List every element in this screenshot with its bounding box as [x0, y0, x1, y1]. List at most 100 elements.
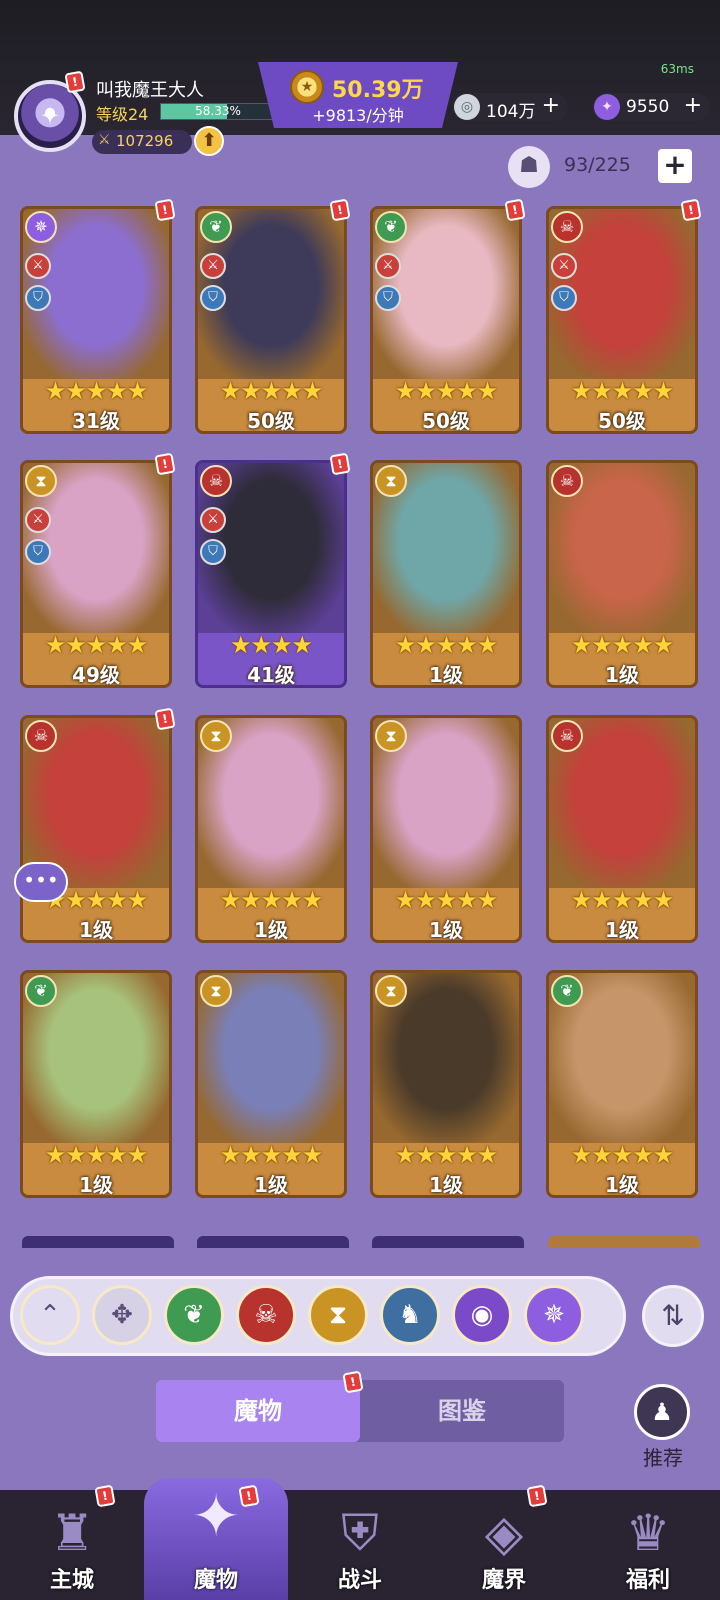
- skull-faction-icon: ☠: [25, 720, 57, 752]
- attack-skill-icon: ⚔: [375, 253, 401, 279]
- shield-skill-icon: ⛉: [200, 285, 226, 311]
- nav-alert-icon: !: [238, 1484, 260, 1508]
- monster-card[interactable]: ⧗ ★★★★★ 1级: [195, 715, 347, 943]
- nav-monsters[interactable]: ✦ 魔物: [144, 1478, 288, 1600]
- monster-level: 1级: [605, 663, 639, 687]
- filter-eye-icon[interactable]: ◉: [452, 1285, 512, 1345]
- filter-skull-icon[interactable]: ☠: [236, 1285, 296, 1345]
- nav-alert-icon: !: [94, 1484, 116, 1508]
- next-row-card: [548, 1236, 700, 1248]
- card-alert-icon: !: [329, 452, 351, 476]
- monster-card[interactable]: ☠ ★★★★★ 1级: [546, 460, 698, 688]
- monster-level: 1级: [79, 918, 113, 942]
- monster-card[interactable]: ☠ ⚔ ⛉ ★★★★ 41级: [195, 460, 347, 688]
- monster-card[interactable]: ❦ ★★★★★ 1级: [546, 970, 698, 1198]
- hourglass-faction-icon: ⧗: [375, 720, 407, 752]
- monster-card[interactable]: ⧗ ★★★★★ 1级: [370, 715, 522, 943]
- nav-alert-icon: !: [526, 1484, 548, 1508]
- filter-hourglass-icon[interactable]: ⧗: [308, 1285, 368, 1345]
- filter-leaf-icon[interactable]: ❦: [164, 1285, 224, 1345]
- monster-card[interactable]: ⧗ ★★★★★ 1级: [370, 460, 522, 688]
- filter-swirl-icon[interactable]: ✵: [524, 1285, 584, 1345]
- next-row-card: [372, 1236, 524, 1248]
- flame-star-icon: ✦: [191, 1482, 241, 1550]
- filter-collapse-icon[interactable]: ⌃: [20, 1285, 80, 1345]
- monster-card[interactable]: ✵ ⚔ ⛉ ★★★★★ 31级: [20, 206, 172, 434]
- star-rating: ★★★★★: [44, 377, 149, 405]
- hourglass-faction-icon: ⧗: [375, 975, 407, 1007]
- recommend-label: 推荐: [643, 1446, 683, 1470]
- tab-monsters[interactable]: 魔物: [156, 1380, 360, 1442]
- card-alert-icon: !: [680, 198, 702, 222]
- monster-card[interactable]: ⧗ ★★★★★ 1级: [370, 970, 522, 1198]
- tab-codex[interactable]: 图鉴: [360, 1380, 564, 1442]
- star-rating: ★★★★★: [570, 1141, 675, 1169]
- monster-grid: ✵ ⚔ ⛉ ★★★★★ 31级! ❦ ⚔ ⛉ ★★★★★ 50级! ❦ ⚔ ⛉ ★★★★★ 50级! ☠ ⚔ ⛉ ★…: [0, 0, 720, 1245]
- star-rating: ★★★★★: [394, 377, 499, 405]
- monster-level: 1级: [605, 918, 639, 942]
- card-alert-icon: !: [154, 452, 176, 476]
- attack-skill-icon: ⚔: [551, 253, 577, 279]
- star-rating: ★★★★★: [570, 377, 675, 405]
- star-rating: ★★★★★: [394, 1141, 499, 1169]
- star-rating: ★★★★★: [219, 886, 324, 914]
- monster-level: 50级: [598, 409, 646, 433]
- nav-demon-realm[interactable]: ◈ 魔界: [432, 1490, 576, 1600]
- star-rating: ★★★★★: [394, 886, 499, 914]
- monster-level: 1级: [605, 1173, 639, 1197]
- monster-card[interactable]: ⧗ ★★★★★ 1级: [195, 970, 347, 1198]
- monster-level: 1级: [254, 1173, 288, 1197]
- filter-all-icon[interactable]: ✥: [92, 1285, 152, 1345]
- monster-card[interactable]: ☠ ★★★★★ 1级: [546, 715, 698, 943]
- filter-dragon-icon[interactable]: ♞: [380, 1285, 440, 1345]
- attack-skill-icon: ⚔: [200, 507, 226, 533]
- hourglass-faction-icon: ⧗: [25, 465, 57, 497]
- nav-welfare[interactable]: ♛ 福利: [576, 1490, 720, 1600]
- star-rating: ★★★★★: [570, 886, 675, 914]
- monster-level: 49级: [72, 663, 120, 687]
- nav-battle[interactable]: ⛨ 战斗: [288, 1490, 432, 1600]
- shield-skill-icon: ⛉: [25, 285, 51, 311]
- leaf-faction-icon: ❦: [25, 975, 57, 1007]
- monster-card[interactable]: ☠ ⚔ ⛉ ★★★★★ 50级: [546, 206, 698, 434]
- monster-level: 41级: [247, 663, 295, 687]
- treasure-chest-icon: ♛: [625, 1504, 671, 1562]
- nav-label: 魔界: [481, 1568, 526, 1593]
- nav-main-city[interactable]: ♜ 主城: [0, 1490, 144, 1600]
- skull-faction-icon: ☠: [551, 720, 583, 752]
- star-rating: ★★★★★: [394, 631, 499, 659]
- shield-skill-icon: ⛉: [551, 285, 577, 311]
- card-alert-icon: !: [504, 198, 526, 222]
- hourglass-faction-icon: ⧗: [375, 465, 407, 497]
- leaf-faction-icon: ❦: [200, 211, 232, 243]
- sort-button[interactable]: ⇅: [642, 1285, 704, 1347]
- star-rating: ★★★★★: [219, 377, 324, 405]
- monster-card[interactable]: ☠ ★★★★★ 1级: [20, 715, 172, 943]
- skull-faction-icon: ☠: [551, 465, 583, 497]
- skull-faction-icon: ☠: [551, 211, 583, 243]
- recommend-button[interactable]: ♟ 推荐: [630, 1384, 696, 1470]
- castle-icon: ♜: [49, 1504, 95, 1562]
- attack-skill-icon: ⚔: [25, 507, 51, 533]
- card-alert-icon: !: [329, 198, 351, 222]
- tab-alert-icon: !: [342, 1370, 364, 1394]
- monster-card[interactable]: ⧗ ⚔ ⛉ ★★★★★ 49级: [20, 460, 172, 688]
- monster-level: 1级: [429, 663, 463, 687]
- nav-label: 战斗: [337, 1568, 382, 1593]
- shield-sword-icon: ⛨: [341, 1504, 379, 1562]
- skull-faction-icon: ☠: [200, 465, 232, 497]
- attack-skill-icon: ⚔: [200, 253, 226, 279]
- demon-gate-icon: ◈: [484, 1504, 524, 1562]
- card-alert-icon: !: [154, 707, 176, 731]
- monster-card[interactable]: ❦ ⚔ ⛉ ★★★★★ 50级: [370, 206, 522, 434]
- shield-skill-icon: ⛉: [200, 539, 226, 565]
- star-rating: ★★★★★: [44, 631, 149, 659]
- monster-level: 31级: [72, 409, 120, 433]
- monster-card[interactable]: ❦ ⚔ ⛉ ★★★★★ 50级: [195, 206, 347, 434]
- nav-label: 主城: [49, 1568, 94, 1593]
- chat-bubble-button[interactable]: •••: [14, 862, 68, 902]
- monster-level: 1级: [429, 1173, 463, 1197]
- swirl-faction-icon: ✵: [25, 211, 57, 243]
- monster-card[interactable]: ❦ ★★★★★ 1级: [20, 970, 172, 1198]
- shield-skill-icon: ⛉: [375, 285, 401, 311]
